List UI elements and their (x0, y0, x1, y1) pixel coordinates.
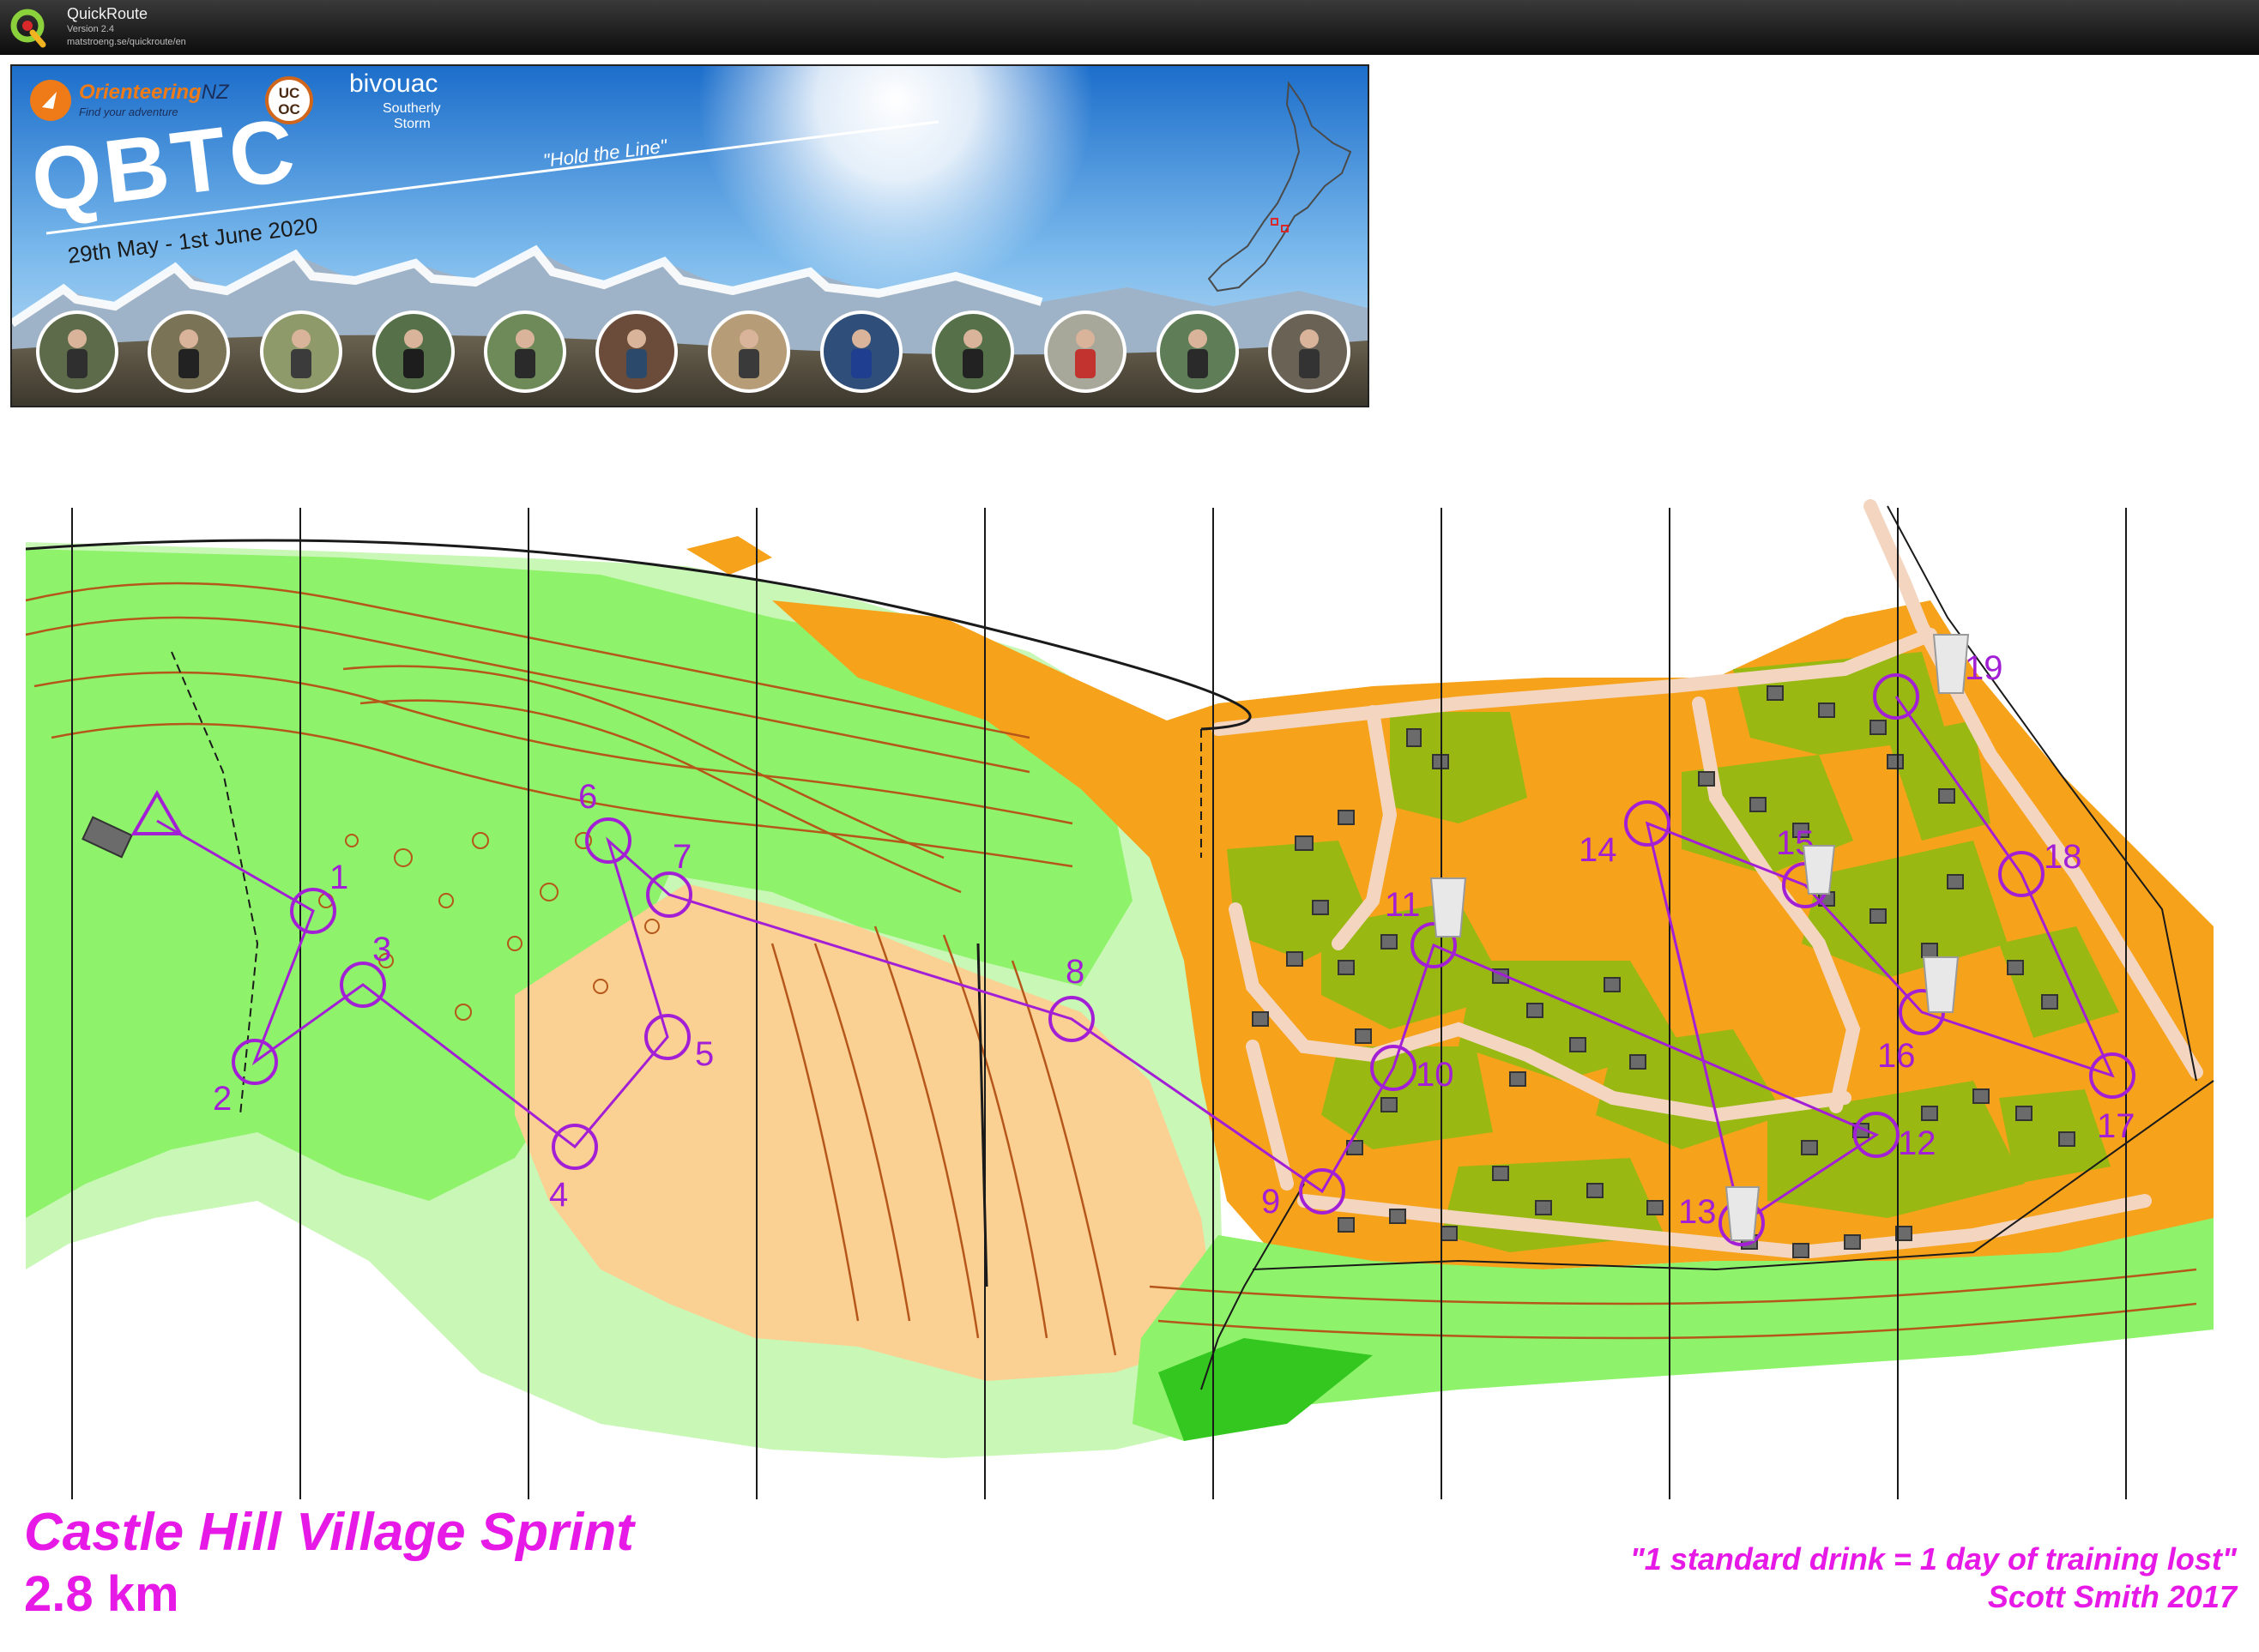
drink-cup-icon (1429, 877, 1467, 938)
control-number: 14 (1579, 831, 1617, 869)
app-name: QuickRoute (67, 5, 148, 22)
quickroute-logo-icon (10, 9, 46, 48)
drink-cup-icon (1724, 1186, 1761, 1241)
control-number: 16 (1877, 1037, 1916, 1075)
control-number: 13 (1678, 1193, 1717, 1231)
runner-photo (36, 311, 118, 393)
svg-text:UC: UC (279, 85, 300, 101)
control-number: 8 (1066, 953, 1084, 991)
runner-photo (1044, 311, 1126, 393)
runner-photo (484, 311, 566, 393)
control-number: 18 (2044, 838, 2082, 876)
control-number: 3 (372, 931, 391, 968)
runner-photo (1157, 311, 1239, 393)
map-title: Castle Hill Village Sprint (24, 1503, 634, 1562)
runner-photo (148, 311, 230, 393)
runner-photo (1268, 311, 1350, 393)
runner-photo (260, 311, 342, 393)
control-number: 6 (578, 778, 597, 816)
drink-cup-icon (1922, 956, 1960, 1013)
drink-cup-icon (1802, 845, 1836, 895)
event-banner: OrienteeringNZ Find your adventure UC OC… (10, 64, 1369, 407)
control-number: 11 (1385, 886, 1421, 924)
control-number: 10 (1416, 1056, 1454, 1094)
map-attribution: Scott Smith 2017 (1987, 1579, 2237, 1614)
svg-text:OrienteeringNZ: OrienteeringNZ (79, 81, 230, 104)
app-version: Version 2.4 (67, 24, 115, 34)
runner-photo (708, 311, 790, 393)
control-number: 2 (213, 1080, 232, 1118)
control-number: 17 (2097, 1107, 2135, 1145)
orienteering-map: 1 2 3 4 5 6 7 8 9 10 11 12 13 14 15 16 1… (25, 499, 2214, 1499)
control-number: 1 (329, 859, 348, 896)
svg-text:bivouac: bivouac (349, 69, 438, 98)
control-number: 7 (673, 838, 692, 876)
app-url-link[interactable]: matstroeng.se/quickroute/en (67, 37, 186, 47)
control-number: 19 (1965, 649, 2003, 687)
map-quote: "1 standard drink = 1 day of training lo… (1629, 1541, 2237, 1577)
svg-text:Storm: Storm (394, 117, 431, 131)
control-number: 5 (695, 1035, 714, 1073)
control-number: 4 (549, 1176, 568, 1214)
runner-photo (932, 311, 1014, 393)
control-number: 9 (1261, 1183, 1280, 1221)
svg-text:Southerly: Southerly (383, 101, 441, 116)
course-distance: 2.8 km (24, 1566, 179, 1622)
runner-photo (372, 311, 455, 393)
runner-photo (820, 311, 903, 393)
control-number: 12 (1898, 1124, 1936, 1162)
runner-photo (595, 311, 678, 393)
drink-cup-icon (1932, 634, 1970, 694)
window-titlebar: QuickRoute Version 2.4 matstroeng.se/qui… (0, 0, 2259, 55)
